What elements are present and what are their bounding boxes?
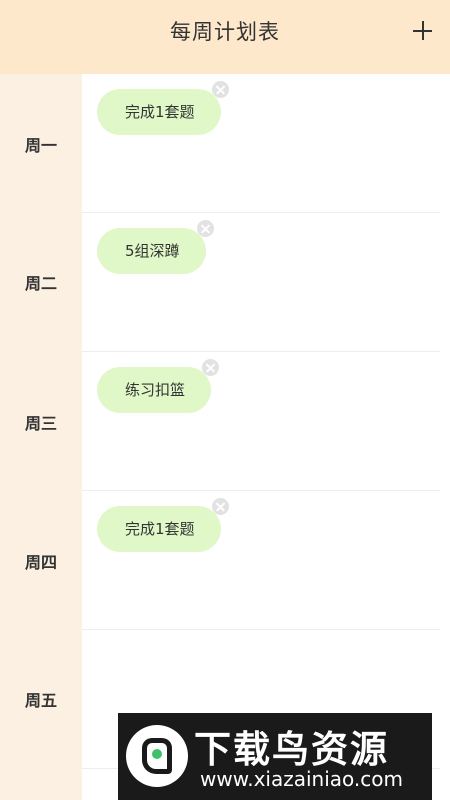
day-row-mon: 完成1套题 <box>82 74 440 213</box>
day-label-mon: 周一 <box>24 136 57 155</box>
day-label-tue: 周二 <box>24 274 57 293</box>
task-tag[interactable]: 5组深蹲 <box>97 220 214 274</box>
task-tag[interactable]: 完成1套题 <box>97 498 229 552</box>
task-tag[interactable]: 练习扣篮 <box>97 359 220 413</box>
task-label: 练习扣篮 <box>125 381 186 399</box>
day-row-thu: 完成1套题 <box>82 491 440 630</box>
watermark-banner: 下载鸟资源 www.xiazainiao.com <box>118 713 432 800</box>
close-icon[interactable] <box>196 220 214 237</box>
day-label-wed: 周三 <box>24 414 57 433</box>
day-row-tue: 5组深蹲 <box>82 213 440 352</box>
close-icon[interactable] <box>202 359 220 376</box>
page-title: 每周计划表 <box>170 20 280 44</box>
day-row-wed: 练习扣篮 <box>82 352 440 491</box>
app-header: 每周计划表 <box>0 0 450 74</box>
task-label: 完成1套题 <box>125 103 195 121</box>
watermark-title: 下载鸟资源 <box>194 728 389 771</box>
day-column: 周一 周二 周三 周四 周五 <box>0 74 82 800</box>
task-label: 完成1套题 <box>125 520 195 538</box>
bird-logo-icon <box>126 725 188 787</box>
plus-icon[interactable] <box>408 15 438 45</box>
task-label: 5组深蹲 <box>125 242 180 260</box>
day-label-thu: 周四 <box>24 553 57 572</box>
close-icon[interactable] <box>211 498 229 515</box>
task-tag[interactable]: 完成1套题 <box>97 81 229 135</box>
watermark-url: www.xiazainiao.com <box>200 767 403 791</box>
close-icon[interactable] <box>211 81 229 98</box>
day-label-fri: 周五 <box>24 691 57 710</box>
